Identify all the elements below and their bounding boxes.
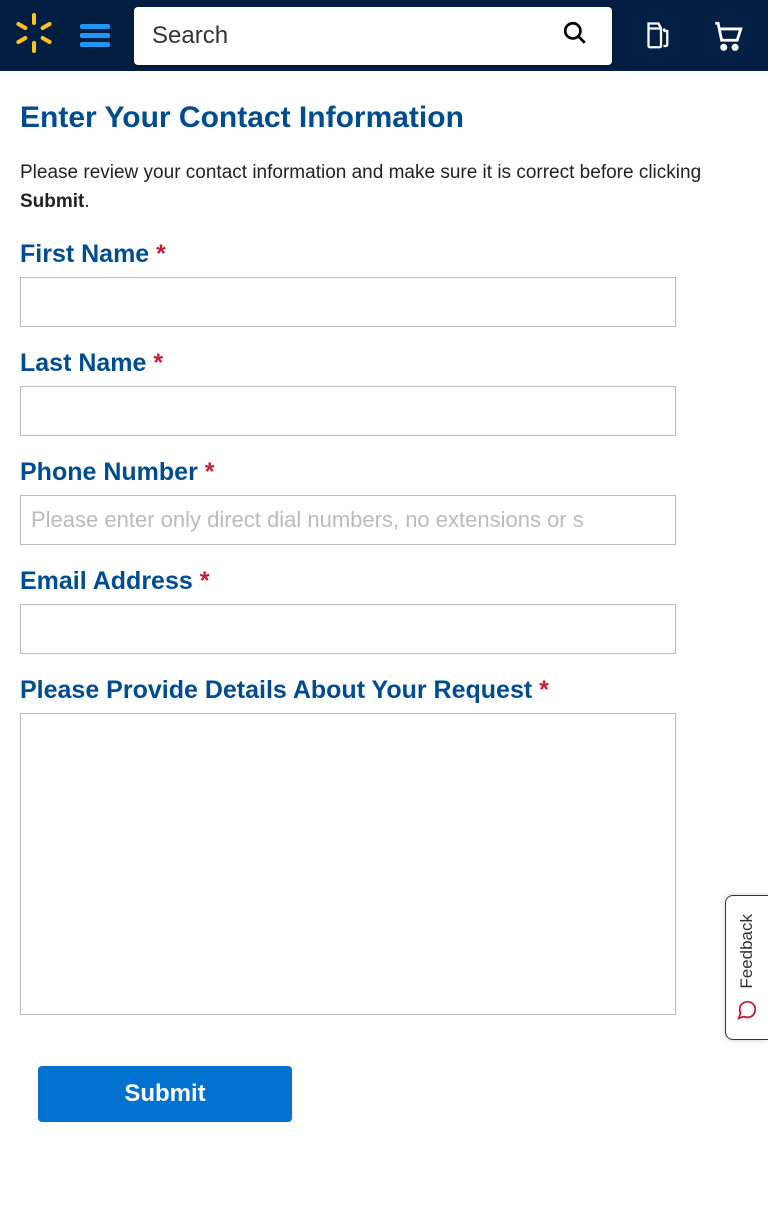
- search-icon[interactable]: [556, 20, 594, 51]
- milk-carton-icon: [641, 21, 671, 51]
- chat-icon: [736, 999, 758, 1021]
- search-input[interactable]: [152, 22, 556, 50]
- last-name-label: Last Name *: [20, 349, 748, 378]
- page-title: Enter Your Contact Information: [20, 101, 748, 135]
- email-field-group: Email Address *: [20, 567, 748, 654]
- intro-text: Please review your contact information a…: [20, 159, 748, 216]
- menu-icon: [80, 24, 110, 47]
- first-name-field-group: First Name *: [20, 240, 748, 327]
- search-bar[interactable]: [134, 7, 612, 65]
- phone-field-group: Phone Number *: [20, 458, 748, 545]
- feedback-label: Feedback: [737, 914, 757, 989]
- cart-icon: [711, 19, 745, 53]
- first-name-label: First Name *: [20, 240, 748, 269]
- last-name-field-group: Last Name *: [20, 349, 748, 436]
- menu-button[interactable]: [72, 12, 118, 59]
- details-textarea[interactable]: [20, 713, 676, 1015]
- email-label: Email Address *: [20, 567, 748, 596]
- details-label: Please Provide Details About Your Reques…: [20, 676, 748, 705]
- first-name-input[interactable]: [20, 277, 676, 327]
- details-field-group: Please Provide Details About Your Reques…: [20, 676, 748, 1020]
- site-header: [0, 0, 768, 71]
- main-content: Enter Your Contact Information Please re…: [0, 71, 768, 1162]
- walmart-logo-icon[interactable]: [12, 11, 56, 60]
- phone-input[interactable]: [20, 495, 676, 545]
- email-input[interactable]: [20, 604, 676, 654]
- reorder-button[interactable]: [628, 8, 684, 64]
- phone-label: Phone Number *: [20, 458, 748, 487]
- feedback-tab[interactable]: Feedback: [725, 895, 768, 1040]
- submit-button[interactable]: Submit: [38, 1066, 292, 1122]
- cart-button[interactable]: [700, 8, 756, 64]
- last-name-input[interactable]: [20, 386, 676, 436]
